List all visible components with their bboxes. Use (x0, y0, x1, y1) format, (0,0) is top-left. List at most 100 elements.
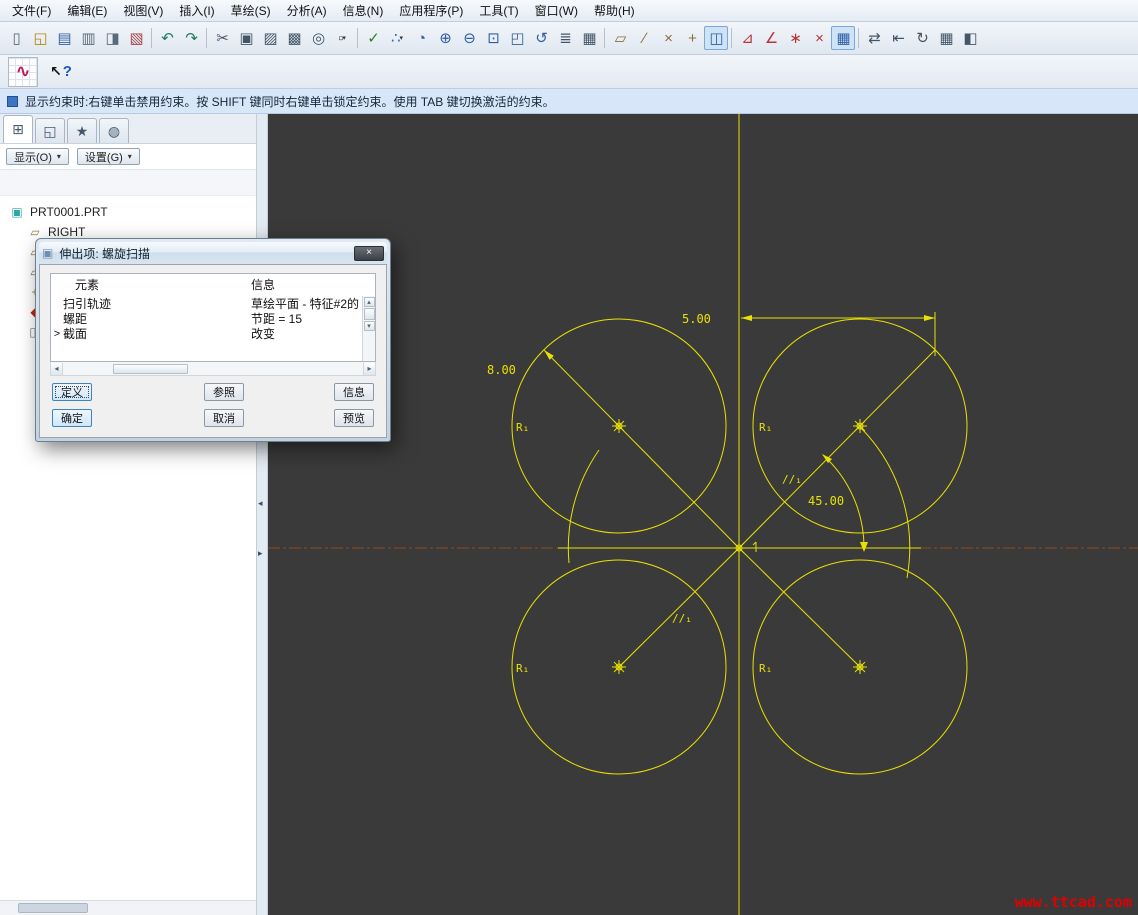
tab-model-tree[interactable]: ⊞ (3, 115, 33, 143)
equal-radius-constraint-label[interactable]: R₁ (759, 662, 772, 675)
paste-special-icon[interactable]: ▩ (282, 26, 306, 50)
menu-file[interactable]: 文件(F) (4, 0, 59, 22)
expand-panel-arrow-icon[interactable]: ▸ (258, 548, 263, 559)
construction-arc-right[interactable] (859, 426, 911, 579)
find-icon[interactable]: ◎ (306, 26, 330, 50)
refit-icon[interactable]: ◰ (505, 26, 529, 50)
diagonal-line-bottom-left[interactable] (618, 547, 740, 668)
construction-arc-left[interactable] (567, 449, 600, 564)
diagonal-line-top-left[interactable] (543, 349, 740, 549)
equal-radius-constraint-label[interactable]: R₁ (516, 662, 529, 675)
context-help-icon[interactable]: ↖ ? (50, 63, 72, 80)
sketcher-mode-icon[interactable]: ∿ (8, 56, 38, 87)
tree-item-part[interactable]: ▣ PRT0001.PRT (2, 202, 254, 222)
origin-point-marker[interactable] (731, 540, 747, 556)
ok-button[interactable]: 确定 (52, 409, 92, 427)
equal-radius-constraint-label[interactable]: R₁ (516, 421, 529, 434)
tab-history[interactable]: ◍ (99, 118, 129, 143)
section-shade-toggle-icon[interactable]: ▦ (831, 26, 855, 50)
equal-radius-constraint-label[interactable]: R₁ (759, 421, 772, 434)
zoom-window-icon[interactable]: ⊡ (481, 26, 505, 50)
center-point-marker[interactable] (852, 659, 868, 675)
diagonal-line-bottom-right[interactable] (738, 547, 861, 668)
reorient-icon[interactable]: ↻ (910, 26, 934, 50)
menu-edit[interactable]: 编辑(E) (59, 0, 115, 22)
collapse-panel-arrow-icon[interactable]: ◂ (258, 498, 263, 509)
menu-help[interactable]: 帮助(H) (586, 0, 643, 22)
csys-toggle-icon[interactable]: + (680, 26, 704, 50)
center-point-marker[interactable] (611, 659, 627, 675)
element-row-trajectory[interactable]: 扫引轨迹 草绘平面 - 特征#2的 (51, 296, 375, 311)
select-box-icon[interactable]: ▫ ▾ (330, 26, 354, 50)
settings-dropdown-button[interactable]: 设置(G) ▾ (76, 148, 140, 165)
center-point-marker[interactable] (852, 418, 868, 434)
panel-scrollbar[interactable] (0, 900, 256, 915)
menu-view[interactable]: 视图(V) (115, 0, 171, 22)
parallel-constraint-label[interactable]: //₁ (672, 612, 692, 625)
scrollbar-thumb[interactable] (363, 308, 375, 320)
scroll-down-icon[interactable]: ▾ (363, 321, 375, 331)
scrollbar-thumb[interactable] (18, 903, 88, 913)
scroll-up-icon[interactable]: ▴ (363, 297, 375, 307)
window-swap-icon[interactable]: ⇄ (862, 26, 886, 50)
display-filter-icon[interactable]: ◔ (409, 26, 433, 50)
save-icon[interactable]: ▤ (52, 26, 76, 50)
new-file-icon[interactable]: ▯ (4, 26, 28, 50)
edge-clipped-icon[interactable]: ◧ (958, 26, 982, 50)
layers-icon[interactable]: ≣ (553, 26, 577, 50)
dimension-8[interactable]: 8.00 (487, 350, 554, 377)
model-display-toggle-icon[interactable]: ◫ (704, 26, 728, 50)
menu-insert[interactable]: 插入(I) (171, 0, 222, 22)
table-vertical-scrollbar[interactable]: ▴ ▾ (362, 296, 375, 361)
print-icon[interactable]: ▥ (76, 26, 100, 50)
center-point-marker[interactable] (611, 418, 627, 434)
view-manager-icon[interactable]: ▦ (577, 26, 601, 50)
element-row-section[interactable]: > 截面 改变 (51, 326, 375, 341)
vertex-display-toggle-icon[interactable]: × (807, 26, 831, 50)
tab-folder-browser[interactable]: ◱ (35, 118, 65, 143)
zoom-out-icon[interactable]: ⊖ (457, 26, 481, 50)
define-button[interactable]: 定义 (52, 383, 92, 401)
dialog-close-button[interactable]: × (354, 245, 384, 261)
datum-point-toggle-icon[interactable]: × (656, 26, 680, 50)
cut-icon[interactable]: ✂ (210, 26, 234, 50)
copy-icon[interactable]: ▣ (234, 26, 258, 50)
info-button[interactable]: 信息 (334, 383, 374, 401)
zoom-in-icon[interactable]: ⊕ (433, 26, 457, 50)
dimension-5[interactable]: 5.00 (682, 312, 936, 356)
paste-icon[interactable]: ▨ (258, 26, 282, 50)
scroll-right-icon[interactable]: ▸ (363, 362, 375, 375)
tab-favorites[interactable]: ★ (67, 118, 97, 143)
verify-icon[interactable]: ✓ (361, 26, 385, 50)
fit-window-icon[interactable]: ⇤ (886, 26, 910, 50)
menu-window[interactable]: 窗口(W) (527, 0, 586, 22)
diagonal-line-top-right[interactable] (738, 349, 936, 549)
snap-grid-icon[interactable]: ▦ (934, 26, 958, 50)
reference-button[interactable]: 参照 (204, 383, 244, 401)
delete-icon[interactable]: ▧ (124, 26, 148, 50)
undo-icon[interactable]: ↶ (155, 26, 179, 50)
point-display-icon[interactable]: ∴ ▾ (385, 26, 409, 50)
datum-plane-toggle-icon[interactable]: ▱ (608, 26, 632, 50)
panel-splitter[interactable]: ◂ ▸ (257, 114, 268, 915)
menu-applications[interactable]: 应用程序(P) (391, 0, 471, 22)
cancel-button[interactable]: 取消 (204, 409, 244, 427)
scroll-left-icon[interactable]: ◂ (51, 362, 63, 375)
print-preview-icon[interactable]: ◨ (100, 26, 124, 50)
redo-icon[interactable]: ↷ (179, 26, 203, 50)
menu-tools[interactable]: 工具(T) (471, 0, 526, 22)
show-dropdown-button[interactable]: 显示(O) ▾ (6, 148, 69, 165)
element-row-pitch[interactable]: 螺距 节距 = 15 (51, 311, 375, 326)
grid-display-toggle-icon[interactable]: ∗ (783, 26, 807, 50)
repaint-icon[interactable]: ↺ (529, 26, 553, 50)
menu-sketch[interactable]: 草绘(S) (223, 0, 279, 22)
dialog-title-bar[interactable]: ▣ 伸出项: 螺旋扫描 × (39, 242, 387, 264)
graphics-area[interactable]: 5.00 8.00 45.00 R₁ R₁ R₁ R₁ //₁ //₁ www.… (268, 114, 1138, 915)
preview-button[interactable]: 预览 (334, 409, 374, 427)
menu-analysis[interactable]: 分析(A) (279, 0, 335, 22)
menu-info[interactable]: 信息(N) (335, 0, 392, 22)
dim-display-toggle-icon[interactable]: ⊿ (735, 26, 759, 50)
scrollbar-thumb[interactable] (113, 363, 188, 374)
table-horizontal-scrollbar[interactable]: ◂ ▸ (50, 362, 376, 376)
datum-axis-toggle-icon[interactable]: ∕ (632, 26, 656, 50)
